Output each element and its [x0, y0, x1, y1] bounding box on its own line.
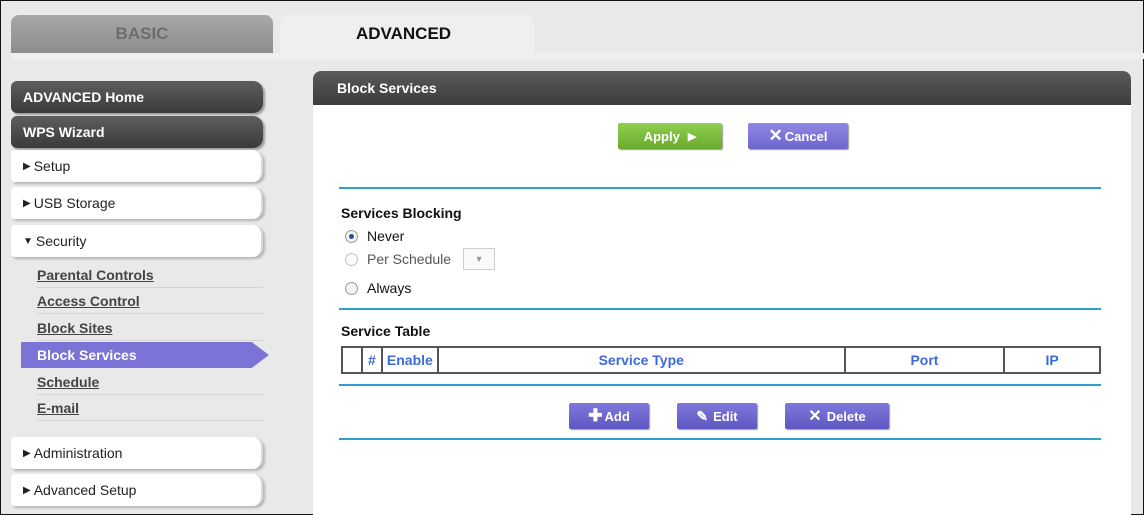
- add-button[interactable]: ✚ Add: [569, 403, 649, 429]
- triangle-right-icon: ▶: [687, 130, 697, 143]
- sidebar-item-setup[interactable]: ▶ Setup: [11, 150, 263, 182]
- sidebar-item-label: Administration: [33, 445, 123, 461]
- tab-basic[interactable]: BASIC: [11, 15, 273, 53]
- sidebar-item-usb-storage[interactable]: ▶ USB Storage: [11, 187, 263, 219]
- service-table-heading: Service Table: [341, 323, 431, 339]
- delete-label: Delete: [826, 408, 866, 424]
- sidebar-item-advanced-setup[interactable]: ▶ Advanced Setup: [11, 474, 263, 506]
- sidebar-subitem-email[interactable]: E-mail: [37, 395, 263, 421]
- radio-button[interactable]: [345, 252, 358, 266]
- pencil-icon: ✎: [696, 407, 709, 424]
- radio-button[interactable]: [345, 281, 358, 295]
- triangle-down-icon: ▼: [23, 235, 33, 247]
- sidebar-item-security[interactable]: ▼ Security: [11, 225, 263, 257]
- cancel-label: Cancel: [784, 128, 828, 144]
- apply-button[interactable]: Apply ▶: [618, 123, 722, 149]
- tab-advanced[interactable]: ADVANCED: [280, 15, 534, 53]
- sidebar-item-advanced-home[interactable]: ADVANCED Home: [11, 81, 263, 113]
- page-title: Block Services: [337, 80, 437, 96]
- column-header-enable: Enable: [380, 346, 439, 374]
- cancel-button[interactable]: ✕ Cancel: [748, 123, 848, 149]
- router-admin-window: BASIC ADVANCED ADVANCED Home WPS Wizard …: [0, 0, 1144, 515]
- sidebar-subitem-block-sites[interactable]: Block Sites: [37, 315, 263, 341]
- radio-per-schedule[interactable]: Per Schedule ▼: [345, 248, 496, 270]
- x-icon: ✕: [768, 126, 783, 145]
- schedule-dropdown[interactable]: ▼: [463, 248, 496, 270]
- column-header-service-type: Service Type: [436, 346, 846, 374]
- tab-basic-label: BASIC: [115, 24, 169, 43]
- tab-advanced-label: ADVANCED: [356, 24, 452, 43]
- sidebar-item-label: Security: [35, 233, 87, 249]
- edit-label: Edit: [713, 408, 738, 424]
- sidebar-item-label: ADVANCED Home: [23, 89, 145, 105]
- column-header-port: Port: [843, 346, 1006, 374]
- sidebar-item-wps-wizard[interactable]: WPS Wizard: [11, 116, 263, 148]
- select-column-header: [341, 346, 363, 374]
- triangle-right-icon: ▶: [23, 484, 31, 496]
- sidebar-item-label: USB Storage: [33, 195, 116, 211]
- divider: [339, 187, 1101, 189]
- triangle-right-icon: ▶: [23, 197, 31, 209]
- sidebar-item-label: WPS Wizard: [23, 124, 105, 140]
- sidebar-item-administration[interactable]: ▶ Administration: [11, 437, 263, 469]
- panel-header: Block Services: [313, 71, 1131, 105]
- sidebar-subitem-block-services[interactable]: Block Services: [21, 342, 269, 368]
- divider: [339, 308, 1101, 310]
- sidebar-item-label: Advanced Setup: [33, 482, 137, 498]
- sidebar-subitem-parental-controls[interactable]: Parental Controls: [37, 262, 263, 288]
- services-blocking-heading: Services Blocking: [341, 205, 462, 221]
- divider: [339, 438, 1101, 440]
- radio-never[interactable]: Never: [345, 228, 404, 244]
- block-services-panel: Block Services Apply ▶ ✕ Cancel Services…: [313, 71, 1131, 515]
- radio-per-schedule-label: Per Schedule: [367, 251, 452, 267]
- triangle-right-icon: ▶: [23, 447, 31, 459]
- triangle-right-icon: ▶: [23, 160, 31, 172]
- service-table: # Enable Service Type Port IP: [341, 346, 1101, 374]
- radio-always-label: Always: [367, 280, 412, 296]
- sidebar-subitem-access-control[interactable]: Access Control: [37, 288, 263, 314]
- x-icon: ✕: [808, 408, 822, 425]
- add-label: Add: [604, 408, 630, 424]
- delete-button[interactable]: ✕ Delete: [785, 403, 889, 429]
- radio-button[interactable]: [345, 229, 358, 243]
- column-header-number: #: [360, 346, 383, 374]
- apply-label: Apply: [643, 128, 680, 144]
- sidebar-subitem-schedule[interactable]: Schedule: [37, 369, 263, 395]
- table-header-row: # Enable Service Type Port IP: [341, 346, 1101, 374]
- chevron-down-icon: ▼: [474, 254, 484, 264]
- radio-always[interactable]: Always: [345, 280, 411, 296]
- radio-never-label: Never: [367, 228, 405, 244]
- divider: [339, 384, 1101, 386]
- column-header-ip: IP: [1003, 346, 1101, 374]
- edit-button[interactable]: ✎ Edit: [677, 403, 757, 429]
- plus-icon: ✚: [588, 406, 603, 425]
- panel-body: Apply ▶ ✕ Cancel Services Blocking Never…: [313, 105, 1131, 515]
- tab-bar-divider: [11, 53, 1144, 59]
- sidebar-item-label: Setup: [33, 158, 71, 174]
